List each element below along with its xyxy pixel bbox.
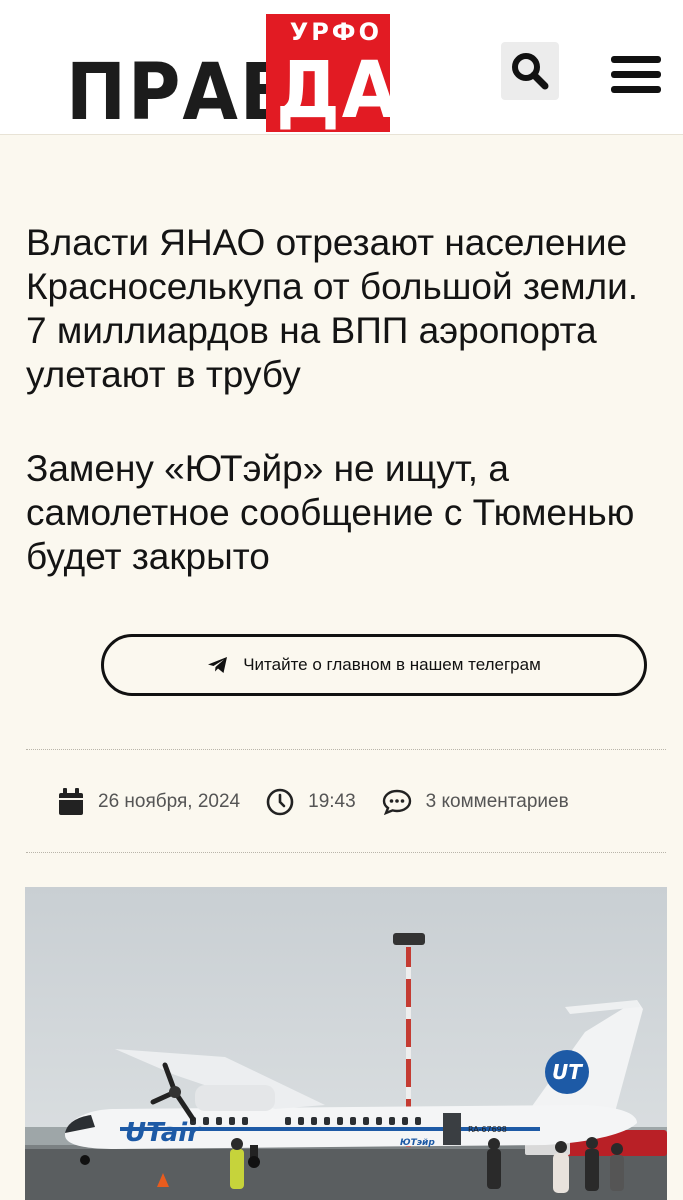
airplane-photo: UT UTair RA-67698 ЮТэйр [25, 887, 667, 1200]
menu-button[interactable] [611, 56, 663, 94]
search-icon [512, 53, 549, 90]
site-header: ПРАВ УРФО ДА [0, 0, 683, 135]
menu-line [611, 71, 661, 78]
meta-time: 19:43 [266, 788, 356, 816]
svg-text:UTair: UTair [125, 1118, 202, 1148]
clock-icon [266, 788, 294, 816]
logo-red-block: УРФО ДА [266, 14, 397, 132]
hamburger-menu-icon [611, 56, 661, 63]
divider [26, 852, 666, 853]
site-logo[interactable]: ПРАВ УРФО ДА [66, 14, 397, 138]
comment-icon [382, 789, 411, 815]
calendar-icon [59, 788, 83, 815]
meta-comments[interactable]: 3 комментариев [382, 789, 569, 815]
logo-text-region: УРФО [289, 18, 382, 46]
fuselage-label: ЮТэйр [400, 1138, 435, 1148]
telegram-button-label: Читайте о главном в нашем телеграм [243, 655, 541, 674]
article-photo[interactable]: UT UTair RA-67698 ЮТэйр [25, 887, 667, 1200]
menu-line [611, 86, 661, 93]
meta-comments-text: 3 комментариев [425, 791, 569, 812]
logo-text-main: ПРАВ [66, 48, 297, 138]
article-subtitle: Замену «ЮТэйр» не ищут, а самолетное соо… [26, 448, 635, 577]
registration-label: RA-67698 [468, 1125, 507, 1134]
divider [26, 749, 666, 750]
article-meta: 26 ноября, 2024 19:43 3 комментариев [58, 784, 569, 820]
search-button[interactable] [501, 42, 559, 100]
telegram-icon [208, 657, 228, 673]
meta-date-text: 26 ноября, 2024 [98, 791, 241, 812]
meta-time-text: 19:43 [308, 791, 356, 812]
article-title: Власти ЯНАО отрезают население Красносел… [26, 222, 639, 395]
meta-date: 26 ноября, 2024 [58, 788, 240, 816]
logo-text-accent: ДА [276, 46, 400, 136]
tail-logo: UT [552, 1060, 583, 1084]
telegram-subscribe-button[interactable]: Читайте о главном в нашем телеграм [101, 634, 647, 696]
